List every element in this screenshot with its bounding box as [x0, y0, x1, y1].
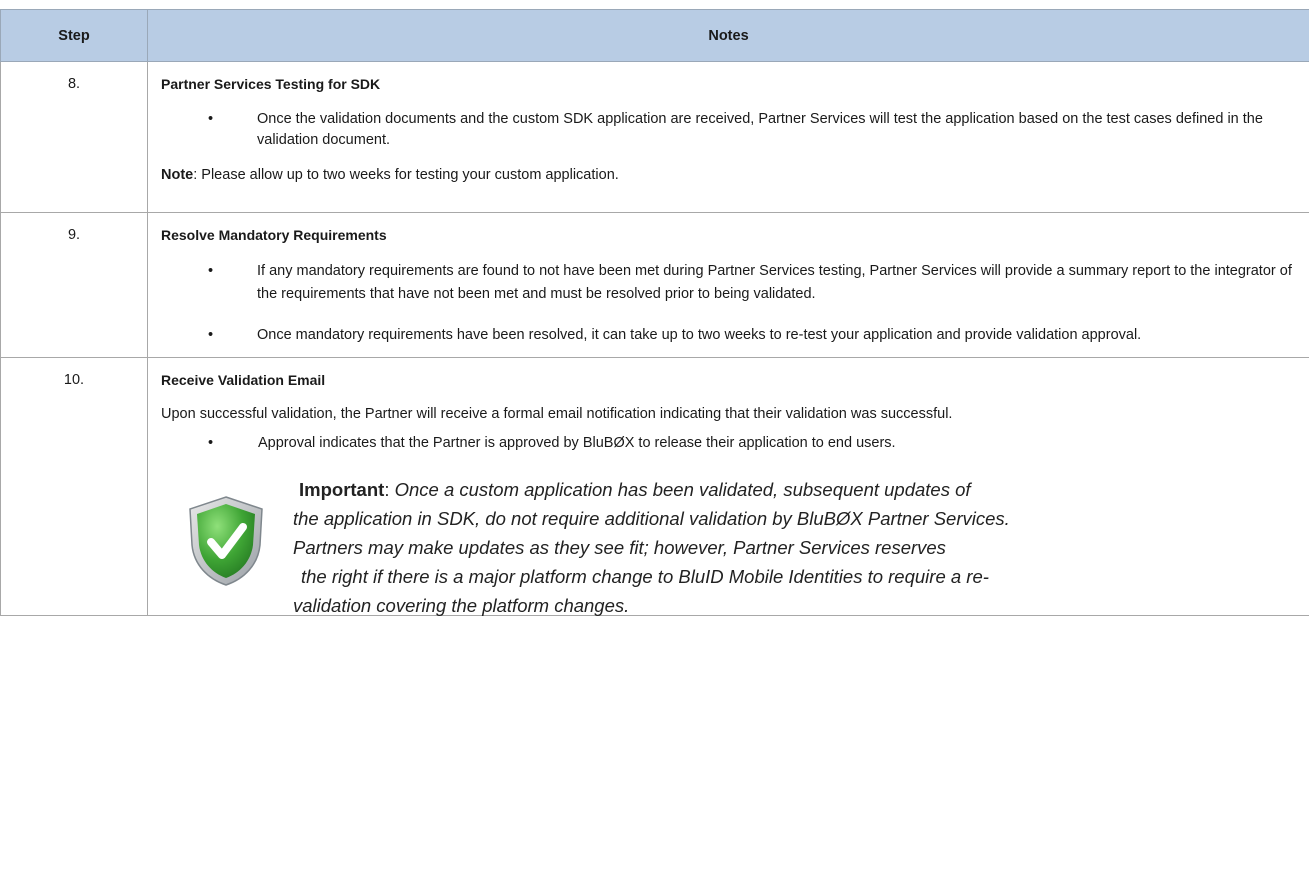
- step-notes: Resolve Mandatory Requirements • If any m…: [147, 212, 1309, 358]
- step-title: Resolve Mandatory Requirements: [161, 227, 387, 243]
- table-row: 8. Partner Services Testing for SDK • Onc…: [0, 61, 1309, 213]
- step-title: Receive Validation Email: [161, 372, 326, 388]
- important-label: Important: [299, 479, 385, 500]
- bullet-text: Approval indicates that the Partner is a…: [258, 435, 896, 451]
- step-number: 10.: [0, 357, 148, 616]
- note-text: : Please allow up to two weeks for testi…: [193, 167, 619, 183]
- step-title: Partner Services Testing for SDK: [161, 76, 381, 92]
- important-text: Important: Once a custom application has…: [293, 479, 1010, 616]
- bullet-icon: •: [208, 435, 214, 451]
- bullet-icon: •: [208, 111, 214, 127]
- bullet-item: • Once mandatory requirements have been r…: [161, 324, 1309, 347]
- step-number: 9.: [0, 212, 148, 358]
- step-notes: Receive Validation Email Upon successful…: [147, 357, 1309, 616]
- bullet-icon: •: [208, 327, 214, 343]
- bullet-item: • If any mandatory requirements are found…: [161, 260, 1309, 306]
- table-header-row: Step Notes: [0, 9, 1309, 62]
- table-row: 9. Resolve Mandatory Requirements • If an…: [0, 212, 1309, 358]
- step-notes: Partner Services Testing for SDK • Once t…: [147, 61, 1309, 213]
- header-step: Step: [0, 9, 148, 62]
- validation-steps-table: Step Notes 8. Partner Services Testing f…: [0, 9, 1309, 616]
- bullet-text: Once the validation documents and the cu…: [257, 111, 1263, 148]
- shield-check-icon: [189, 496, 263, 586]
- note-line: Note: Please allow up to two weeks for t…: [161, 167, 1309, 183]
- body-paragraph: Upon successful validation, the Partner …: [161, 406, 953, 422]
- bullet-text: Once mandatory requirements have been re…: [257, 327, 1142, 343]
- bullet-item: • Once the validation documents and the c…: [161, 109, 1309, 151]
- step-number: 8.: [0, 61, 148, 213]
- bullet-text: If any mandatory requirements are found …: [257, 263, 1292, 302]
- header-notes: Notes: [147, 9, 1309, 62]
- important-callout: Important: Once a custom application has…: [161, 475, 1309, 616]
- bullet-icon: •: [208, 263, 214, 279]
- table-row: 10. Receive Validation Email Upon succes…: [0, 357, 1309, 616]
- bullet-item: • Approval indicates that the Partner is …: [161, 434, 928, 453]
- note-label: Note: [161, 167, 194, 183]
